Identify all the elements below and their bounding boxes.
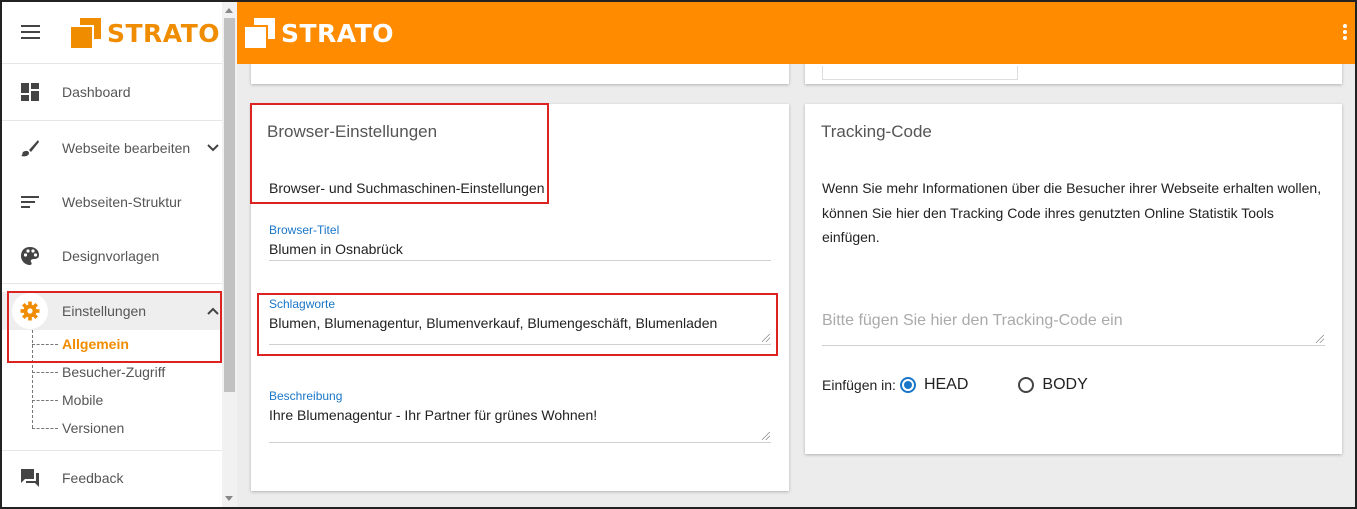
feedback-icon [20,468,40,488]
gear-icon [20,301,40,321]
sidebar-item-designvorlagen[interactable]: Designvorlagen [2,229,222,283]
tracking-code-card: Tracking-Code Wenn Sie mehr Informatione… [805,104,1342,454]
sidebar-item-webseiten-struktur[interactable]: Webseiten-Struktur [2,175,222,229]
submenu-item-mobile[interactable]: Mobile [32,386,222,414]
logo-mark-icon [71,18,101,48]
radio-head[interactable]: HEAD [899,376,968,394]
sidebar-item-einstellungen[interactable]: Einstellungen [2,292,222,330]
sidebar-item-webseite-bearbeiten[interactable]: Webseite bearbeiten [2,121,222,175]
field-value[interactable]: Blumen in Osnabrück [269,241,771,257]
scrollbar-thumb[interactable] [224,18,235,392]
strato-logo-header[interactable]: STRATO [245,18,394,48]
description-field[interactable]: Beschreibung Ihre Blumenagentur - Ihr Pa… [269,389,771,443]
sidebar-item-label: Webseite bearbeiten [62,140,191,156]
logo-mark-icon [245,18,275,48]
resize-handle-icon[interactable] [762,334,770,342]
field-value[interactable]: Ihre Blumenagentur - Ihr Partner für grü… [269,407,771,423]
tracking-description: Wenn Sie mehr Informationen über die Bes… [822,180,1322,245]
submenu-item-versionen[interactable]: Versionen [32,414,222,442]
insert-label: Einfügen in: [822,377,896,393]
card-title: Browser-Einstellungen [267,122,438,141]
palette-icon [20,246,40,266]
sidebar-item-label: Einstellungen [62,303,147,319]
radio-unchecked-icon [1018,377,1035,393]
sidebar-item-dashboard[interactable]: Dashboard [2,64,222,120]
resize-handle-icon[interactable] [762,432,770,440]
sidebar-item-label: Designvorlagen [62,248,160,264]
logo-text: STRATO [281,18,395,48]
scroll-down-icon[interactable] [225,496,233,501]
chevron-down-icon[interactable] [206,141,220,155]
dashboard-icon [20,82,40,102]
field-value[interactable]: Blumen, Blumenagentur, Blumenverkauf, Bl… [269,315,771,331]
browser-settings-card: Browser-Einstellungen Browser- und Suchm… [251,104,789,491]
structure-icon [20,192,40,212]
radio-body[interactable]: BODY [1018,376,1088,394]
sidebar-item-label: Dashboard [62,84,131,100]
sidebar: STRATO Dashboard Webseite bearbeiten Web… [2,2,222,507]
sidebar-scrollbar[interactable] [222,2,237,507]
resize-handle-icon[interactable] [1316,335,1324,343]
brush-icon [20,138,40,158]
main-content: Browser-Einstellungen Browser- und Suchm… [237,64,1355,507]
logo-text: STRATO [107,18,221,48]
previous-card-right [805,64,1342,84]
field-label: Browser-Titel [269,223,340,237]
field-label: Beschreibung [269,389,343,403]
placeholder-text: Bitte fügen Sie hier den Tracking-Code e… [822,312,1123,329]
chevron-up-icon[interactable] [206,304,220,318]
submenu-item-allgemein[interactable]: Allgemein [32,330,222,358]
field-label: Schlagworte [269,297,336,311]
sidebar-header: STRATO [2,2,222,64]
insert-position-row: Einfügen in: HEAD BODY [822,376,1088,394]
sidebar-item-label: Feedback [62,470,124,486]
radio-checked-icon [899,377,916,393]
strato-logo[interactable]: STRATO [71,18,220,48]
previous-card-left [251,64,789,84]
card-subtitle: Browser- und Suchmaschinen-Einstellungen [269,180,545,196]
scroll-up-icon[interactable] [225,8,233,13]
browser-title-field[interactable]: Browser-Titel Blumen in Osnabrück [269,223,771,261]
menu-icon[interactable] [21,25,40,39]
keywords-field[interactable]: Schlagworte Blumen, Blumenagentur, Blume… [269,297,771,345]
top-bar: STRATO [237,2,1355,64]
tracking-code-input[interactable]: Bitte fügen Sie hier den Tracking-Code e… [822,304,1325,346]
sidebar-item-label: Webseiten-Struktur [62,194,182,210]
settings-submenu: Allgemein Besucher-Zugriff Mobile Versio… [2,330,222,442]
sidebar-item-feedback[interactable]: Feedback [2,451,222,505]
card-title: Tracking-Code [821,122,932,141]
submenu-item-besucher-zugriff[interactable]: Besucher-Zugriff [32,358,222,386]
more-options-icon[interactable] [1343,24,1347,40]
